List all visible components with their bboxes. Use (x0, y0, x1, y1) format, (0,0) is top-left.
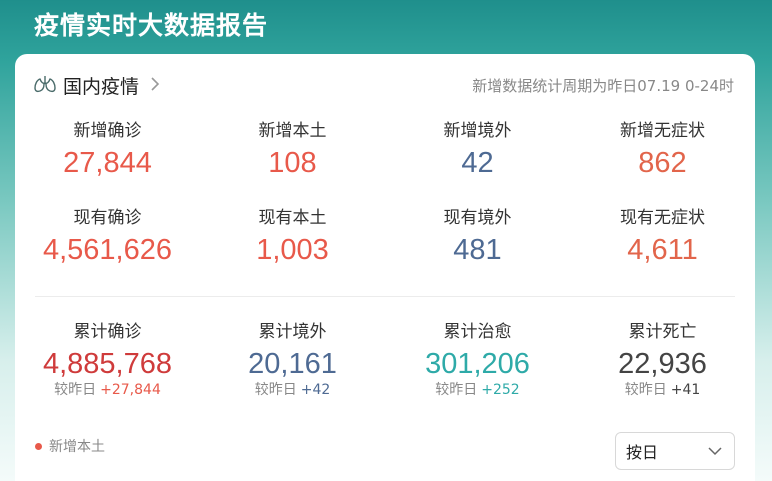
stat-value: 4,885,768 (42, 348, 172, 380)
stat-label: 累计死亡 (628, 322, 697, 342)
chevron-down-icon (708, 447, 722, 456)
stat-value: 4,611 (627, 234, 698, 266)
stat-cumulative-confirmed: 累计确诊 4,885,768 较昨日 +27,844 (15, 321, 200, 399)
stat-label: 现有本土 (258, 208, 327, 228)
delta-value: +42 (300, 382, 331, 398)
stat-value: 108 (268, 147, 317, 179)
cumulative-stats-row: 累计确诊 4,885,768 较昨日 +27,844 累计境外 20,161 较昨… (15, 321, 755, 399)
divider (35, 296, 735, 297)
delta-label: 较昨日 (54, 382, 97, 398)
stat-label: 新增无症状 (620, 121, 705, 141)
stat-value: 1,003 (256, 234, 329, 266)
stat-value: 862 (638, 147, 687, 179)
stat-delta: 较昨日 +252 (385, 381, 570, 399)
stat-label: 累计确诊 (73, 322, 142, 342)
period-select[interactable]: 按日 (615, 432, 735, 470)
current-stats-row: 现有确诊 4,561,626 现有本土 1,003 现有境外 481 现有无症状… (15, 207, 755, 269)
stat-current-confirmed: 现有确诊 4,561,626 (15, 207, 200, 269)
delta-value: +252 (481, 382, 520, 398)
legend-dot (35, 442, 42, 450)
stat-value: 27,844 (63, 147, 152, 179)
stat-label: 新增本土 (258, 121, 327, 141)
stat-value: 4,561,626 (42, 234, 172, 266)
stat-value: 42 (461, 147, 494, 179)
period-note: 新增数据统计周期为昨日07.19 0-24时 (472, 77, 734, 95)
stat-value: 481 (453, 234, 502, 266)
stat-delta: 较昨日 +27,844 (15, 381, 200, 399)
stat-label: 新增确诊 (73, 121, 142, 141)
chart-legend: 新增本土 (35, 436, 105, 456)
stat-cumulative-death: 累计死亡 22,936 较昨日 +41 (570, 321, 755, 399)
domestic-epidemic-card: 国内疫情 新增数据统计周期为昨日07.19 0-24时 新增确诊 27,844 … (15, 54, 755, 481)
delta-value: +27,844 (100, 382, 161, 398)
delta-label: 较昨日 (254, 382, 297, 398)
stat-cumulative-overseas: 累计境外 20,161 较昨日 +42 (200, 321, 385, 399)
new-stats-row: 新增确诊 27,844 新增本土 108 新增境外 42 新增无症状 862 (15, 120, 755, 182)
stat-new-local: 新增本土 108 (200, 120, 385, 182)
delta-label: 较昨日 (624, 382, 667, 398)
stat-cumulative-cured: 累计治愈 301,206 较昨日 +252 (385, 321, 570, 399)
stat-label: 累计治愈 (443, 322, 512, 342)
section-header[interactable]: 国内疫情 新增数据统计周期为昨日07.19 0-24时 (15, 54, 755, 116)
chevron-right-icon[interactable] (149, 77, 161, 91)
stat-value: 20,161 (248, 348, 337, 380)
legend-label: 新增本土 (49, 439, 105, 455)
stat-new-overseas: 新增境外 42 (385, 120, 570, 182)
section-title[interactable]: 国内疫情 (63, 72, 139, 99)
stat-delta: 较昨日 +42 (200, 381, 385, 399)
stat-new-asymptomatic: 新增无症状 862 (570, 120, 755, 182)
stat-label: 新增境外 (443, 121, 512, 141)
stat-value: 301,206 (425, 348, 530, 380)
select-value: 按日 (626, 443, 659, 462)
stat-label: 累计境外 (258, 322, 327, 342)
page-title: 疫情实时大数据报告 (34, 11, 269, 40)
stat-current-asymptomatic: 现有无症状 4,611 (570, 207, 755, 269)
stat-current-local: 现有本土 1,003 (200, 207, 385, 269)
delta-value: +41 (670, 382, 701, 398)
stat-label: 现有境外 (443, 208, 512, 228)
stat-label: 现有无症状 (620, 208, 705, 228)
stat-delta: 较昨日 +41 (570, 381, 755, 399)
stat-value: 22,936 (618, 348, 707, 380)
stat-current-overseas: 现有境外 481 (385, 207, 570, 269)
delta-label: 较昨日 (435, 382, 478, 398)
stat-label: 现有确诊 (73, 208, 142, 228)
lungs-icon (34, 76, 56, 93)
stat-new-confirmed: 新增确诊 27,844 (15, 120, 200, 182)
